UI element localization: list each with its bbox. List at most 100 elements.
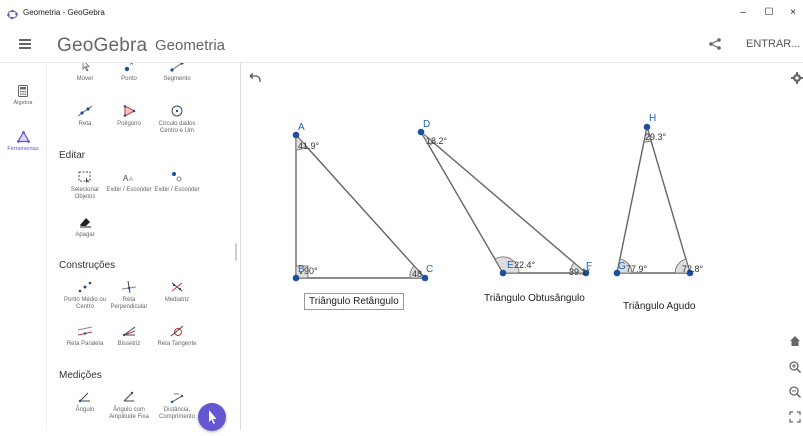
tool-label: Ponto <box>121 76 137 82</box>
maximize-button[interactable]: ☐ <box>762 7 776 18</box>
nav-algebra[interactable]: Álgebra <box>0 85 46 106</box>
caption-acute-triangle[interactable]: Triângulo Agudo <box>623 301 695 312</box>
angle-value-c: 48 <box>412 269 422 279</box>
angle-value-e: 22.4° <box>514 260 536 270</box>
section-construct-title: Construções <box>59 260 116 271</box>
tangent-line-icon <box>170 325 184 337</box>
tool-polygon[interactable]: Polígono <box>105 105 153 128</box>
tool-label: Reta Tangente <box>157 341 197 347</box>
angle-value-a: 41.9° <box>298 141 320 151</box>
perpendicular-bisector-icon <box>171 282 183 292</box>
tool-select[interactable]: Selecionar Objetos <box>61 171 109 201</box>
close-button[interactable]: × <box>786 7 800 18</box>
angle-bisector-icon <box>122 326 136 337</box>
show-hide-object-icon <box>172 172 182 182</box>
nav-tools-label: Ferramentas <box>7 146 39 152</box>
tool-bisector-segment[interactable]: Mediatriz <box>153 281 201 304</box>
tool-label: Reta Paralela <box>66 341 104 347</box>
tool-midpoint[interactable]: Ponto Médio ou Centro <box>61 281 109 311</box>
tool-show-hide-label[interactable]: AA Exibir / Esconder <box>105 171 153 194</box>
tool-parallel[interactable]: Reta Paralela <box>61 325 109 348</box>
zoom-in-icon[interactable] <box>788 360 802 374</box>
point-label-c: C <box>426 264 433 275</box>
svg-text:A: A <box>130 63 134 67</box>
tool-label: Segmento <box>163 76 191 82</box>
zoom-out-icon[interactable] <box>788 385 802 399</box>
tool-label: Apagar <box>75 232 95 238</box>
angle-value-g: 77.9° <box>626 264 648 274</box>
circle-icon <box>171 105 183 117</box>
tool-label: Ângulo <box>75 407 95 413</box>
share-icon[interactable] <box>708 37 722 51</box>
point-label-a: A <box>298 122 305 133</box>
calculator-icon <box>18 85 28 97</box>
point-label-h: H <box>649 113 656 124</box>
geometry-drawing: A B C D E F G H 41.9° 90° 48 18.2° 22.4°… <box>292 113 704 282</box>
tool-segment[interactable]: Segmento <box>153 63 201 83</box>
select-objects-icon <box>78 171 91 183</box>
tool-perpendicular[interactable]: Reta Perpendicular <box>105 281 153 311</box>
point-icon: A <box>124 63 134 72</box>
tool-label: Ângulo com Amplitude Fixa <box>109 407 149 420</box>
tool-label: Exibir / Esconder <box>106 187 152 193</box>
tool-label: Reta Perpendicular <box>110 297 148 310</box>
tool-move[interactable]: Mover <box>61 63 109 83</box>
tool-angle[interactable]: Ângulo <box>61 391 109 414</box>
home-icon[interactable] <box>788 334 802 348</box>
fullscreen-icon[interactable] <box>788 410 802 424</box>
point-label-d: D <box>423 119 430 130</box>
tool-label: Círculo dados Centro e Um <box>158 121 196 134</box>
angle-value-d: 18.2° <box>426 136 448 146</box>
tool-panel: Mover A Ponto Segmento Reta Polígono Cír… <box>46 63 241 430</box>
tool-tangent[interactable]: Reta Tangente <box>153 325 201 348</box>
tool-label: Polígono <box>117 121 141 127</box>
left-nav: Álgebra Ferramentas <box>0 63 46 430</box>
tool-angle-bisector[interactable]: Bissetriz <box>105 325 153 348</box>
tool-label: Bissetriz <box>117 341 141 347</box>
fixed-angle-icon <box>123 391 134 402</box>
app-header: GeoGebra Geometria ENTRAR... <box>0 28 803 62</box>
obtuse-triangle[interactable] <box>417 128 590 277</box>
tool-panel-scrollbar[interactable] <box>235 243 237 261</box>
geogebra-logo: GeoGebra <box>57 35 148 56</box>
app-name: Geometria <box>155 37 226 54</box>
cursor-arrow-icon <box>82 63 90 72</box>
distance-icon: cm <box>170 391 184 403</box>
tool-delete[interactable]: Apagar <box>61 216 109 239</box>
title-bar: Geometria - GeoGebra – ☐ × <box>0 0 803 28</box>
tool-fixed-angle[interactable]: Ângulo com Amplitude Fixa <box>105 391 153 421</box>
caption-right-triangle[interactable]: Triângulo Retângulo <box>304 293 404 310</box>
login-button[interactable]: ENTRAR... <box>746 38 800 50</box>
tool-label: Reta <box>78 121 92 127</box>
tools-icon <box>16 131 30 143</box>
section-measure-title: Medições <box>59 370 102 381</box>
angle-value-b: 90° <box>304 266 318 276</box>
move-mode-fab[interactable] <box>198 403 226 431</box>
tool-circle[interactable]: Círculo dados Centro e Um <box>153 105 201 135</box>
window-title: Geometria - GeoGebra <box>23 8 105 17</box>
tool-label: Ponto Médio ou Centro <box>63 297 107 310</box>
right-triangle[interactable] <box>292 131 429 282</box>
tool-point[interactable]: A Ponto <box>105 63 153 83</box>
angle-value-i: 72.8° <box>682 264 704 274</box>
minimize-button[interactable]: – <box>736 7 750 18</box>
tool-label: Mover <box>76 76 94 82</box>
nav-tools[interactable]: Ferramentas <box>0 131 46 152</box>
point-label-e: E <box>507 260 514 271</box>
angle-value-h: 29.3° <box>645 132 667 142</box>
tool-distance[interactable]: cm Distância, Comprimento <box>153 391 201 421</box>
point-label-g: G <box>618 261 626 272</box>
acute-triangle[interactable] <box>613 123 694 277</box>
tool-label: Exibir / Esconder <box>154 187 200 193</box>
tool-show-hide-object[interactable]: Exibir / Esconder <box>153 171 201 194</box>
tool-label: Selecionar Objetos <box>70 187 100 200</box>
line-icon <box>78 105 92 117</box>
angle-value-f: 39.1° <box>569 267 591 277</box>
geogebra-app-icon <box>7 9 18 20</box>
tool-line[interactable]: Reta <box>61 105 109 128</box>
nav-algebra-label: Álgebra <box>13 100 33 106</box>
svg-text:A: A <box>129 177 133 183</box>
eraser-icon <box>80 218 91 228</box>
caption-obtuse-triangle[interactable]: Triângulo Obtusângulo <box>484 293 585 304</box>
menu-icon[interactable] <box>19 39 31 49</box>
